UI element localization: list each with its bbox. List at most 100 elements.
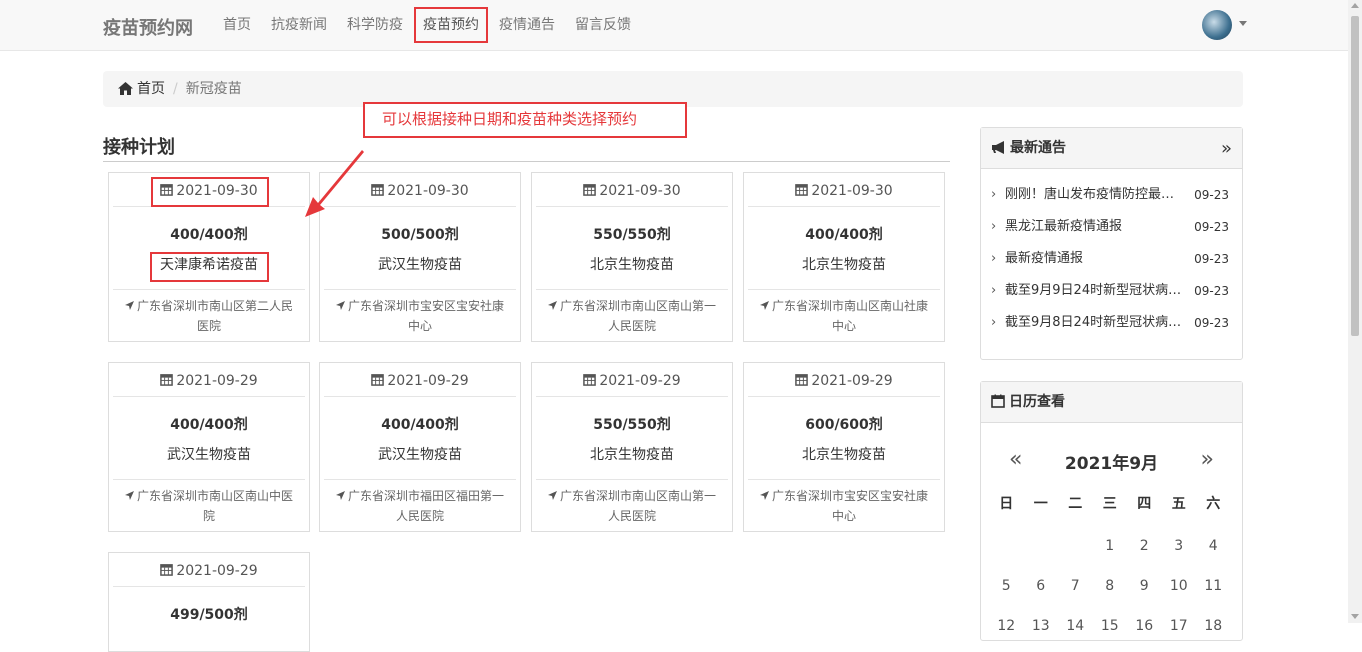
location-arrow-icon bbox=[759, 301, 769, 310]
nav-vaccine-booking[interactable]: 疫苗预约 bbox=[413, 0, 489, 50]
calendar-day[interactable]: 8 bbox=[1093, 566, 1128, 606]
calendar-day[interactable]: 14 bbox=[1058, 606, 1093, 646]
notice-item[interactable]: › 截至9月8日24时新型冠状病毒肺炎疫情最新情况 09-23 bbox=[981, 307, 1242, 339]
location-arrow-icon bbox=[759, 491, 769, 500]
card-address: 广东省深圳市南山区南山第一人民医院 bbox=[536, 289, 728, 344]
card-vaccine-name: 武汉生物疫苗 bbox=[378, 447, 462, 463]
calendar-day[interactable]: 1 bbox=[1093, 526, 1128, 566]
top-navbar: 疫苗预约网 首页 抗疫新闻 科学防疫 疫苗预约 疫情通告 留言反馈 bbox=[0, 0, 1348, 51]
card-address: 广东省深圳市南山区南山中医院 bbox=[113, 479, 305, 534]
notices-list: › 刚刚！唐山发布疫情防控最新通告 09-23 › 黑龙江最新疫情通报 09-23 › 最新疫… bbox=[981, 169, 1242, 339]
calendar-weekday: 六 bbox=[1206, 496, 1221, 512]
calendar-day[interactable]: 12 bbox=[989, 606, 1024, 646]
calendar-title: 日历查看 bbox=[1009, 394, 1065, 410]
notice-item[interactable]: › 最新疫情通报 09-23 bbox=[981, 243, 1242, 275]
calendar-day[interactable]: 11 bbox=[1196, 566, 1231, 606]
date-highlight-box bbox=[151, 177, 269, 207]
scroll-up-icon[interactable] bbox=[1351, 3, 1359, 8]
nav-notices[interactable]: 疫情通告 bbox=[489, 0, 565, 50]
site-brand[interactable]: 疫苗预约网 bbox=[103, 14, 193, 40]
card-address: 广东省深圳市南山区第二人民医院 bbox=[113, 289, 305, 344]
vaccine-card[interactable]: 2021-09-29 400/400剂 武汉生物疫苗 广东省深圳市福田区福田第一人民医… bbox=[319, 362, 521, 532]
calendar-icon bbox=[160, 374, 174, 386]
scrollbar-thumb[interactable] bbox=[1351, 16, 1359, 336]
chevron-right-icon: › bbox=[991, 283, 997, 298]
calendar-icon bbox=[371, 184, 385, 196]
calendar-day[interactable]: 3 bbox=[1162, 526, 1197, 566]
card-address: 广东省深圳市南山区南山社康中心 bbox=[748, 289, 940, 344]
card-dose: 500/500剂 bbox=[381, 227, 459, 243]
section-divider bbox=[103, 161, 950, 162]
notice-title[interactable]: 黑龙江最新疫情通报 bbox=[1005, 211, 1187, 243]
calendar-day[interactable]: 4 bbox=[1196, 526, 1231, 566]
notices-header: 最新通告 » bbox=[981, 128, 1242, 169]
calendar-day[interactable]: 2 bbox=[1127, 526, 1162, 566]
card-date: 2021-09-30 bbox=[536, 173, 728, 207]
vaccine-name-highlight-box bbox=[150, 252, 269, 282]
calendar-icon bbox=[160, 564, 174, 576]
calendar-header: 日历查看 bbox=[981, 382, 1242, 423]
calendar-day[interactable]: 16 bbox=[1127, 606, 1162, 646]
bullhorn-icon bbox=[992, 141, 1004, 154]
vaccine-card[interactable]: 2021-09-29 499/500剂 bbox=[108, 552, 310, 652]
nav-news[interactable]: 抗疫新闻 bbox=[261, 0, 337, 50]
calendar-next-icon[interactable]: » bbox=[1201, 447, 1214, 472]
calendar-weekday: 一 bbox=[1033, 496, 1048, 512]
nav-feedback[interactable]: 留言反馈 bbox=[565, 0, 641, 50]
vaccine-card[interactable]: 2021-09-30 550/550剂 北京生物疫苗 广东省深圳市南山区南山第一人民医… bbox=[531, 172, 733, 342]
main-nav: 首页 抗疫新闻 科学防疫 疫苗预约 疫情通告 留言反馈 bbox=[213, 0, 641, 50]
calendar-day[interactable]: 7 bbox=[1058, 566, 1093, 606]
notice-date: 09-23 bbox=[1194, 188, 1229, 202]
calendar-empty-cell bbox=[1024, 526, 1059, 566]
calendar-day[interactable]: 17 bbox=[1162, 606, 1197, 646]
notice-item[interactable]: › 黑龙江最新疫情通报 09-23 bbox=[981, 211, 1242, 243]
notices-more-icon[interactable]: » bbox=[1221, 128, 1232, 169]
calendar-day[interactable]: 9 bbox=[1127, 566, 1162, 606]
chevron-right-icon: › bbox=[991, 251, 997, 266]
calendar-icon bbox=[583, 374, 597, 386]
notice-title[interactable]: 刚刚！唐山发布疫情防控最新通告 bbox=[1005, 179, 1187, 211]
vaccine-card[interactable]: 2021-09-29 400/400剂 武汉生物疫苗 广东省深圳市南山区南山中医院 bbox=[108, 362, 310, 532]
calendar-day[interactable]: 5 bbox=[989, 566, 1024, 606]
card-address-text: 广东省深圳市南山区南山社康中心 bbox=[771, 299, 928, 333]
breadcrumb-home[interactable]: 首页 bbox=[137, 81, 165, 97]
calendar-weekday: 二 bbox=[1068, 496, 1083, 512]
calendar-day[interactable]: 18 bbox=[1196, 606, 1231, 646]
calendar-grid: 日一二三四五六 1 2 3 4 5 6 7 8 9 10 11 12 13 14 15 16 17 18 bbox=[989, 488, 1231, 646]
notice-title[interactable]: 最新疫情通报 bbox=[1005, 243, 1187, 275]
calendar-weekday: 三 bbox=[1102, 496, 1117, 512]
user-avatar[interactable] bbox=[1202, 10, 1232, 40]
chevron-right-icon: › bbox=[991, 187, 997, 202]
scroll-down-icon[interactable] bbox=[1351, 614, 1359, 619]
card-dose: 550/550剂 bbox=[593, 417, 671, 433]
location-arrow-icon bbox=[547, 301, 557, 310]
chevron-down-icon[interactable] bbox=[1239, 21, 1247, 26]
breadcrumb-current: 新冠疫苗 bbox=[185, 81, 242, 97]
notice-item[interactable]: › 刚刚！唐山发布疫情防控最新通告 09-23 bbox=[981, 179, 1242, 211]
calendar-day[interactable]: 10 bbox=[1162, 566, 1197, 606]
breadcrumb-separator: / bbox=[173, 81, 178, 97]
card-address-text: 广东省深圳市宝安区宝安社康中心 bbox=[347, 299, 504, 333]
nav-home[interactable]: 首页 bbox=[213, 0, 261, 50]
calendar-day[interactable]: 6 bbox=[1024, 566, 1059, 606]
card-address-text: 广东省深圳市南山区南山第一人民医院 bbox=[559, 489, 716, 523]
calendar-weekday: 五 bbox=[1171, 496, 1186, 512]
page-scrollbar[interactable] bbox=[1348, 0, 1362, 623]
chevron-right-icon: › bbox=[991, 219, 997, 234]
notice-title[interactable]: 截至9月8日24时新型冠状病毒肺炎疫情最新情况 bbox=[1005, 307, 1187, 339]
card-date-text: 2021-09-29 bbox=[387, 373, 469, 389]
vaccine-card[interactable]: 2021-09-29 550/550剂 北京生物疫苗 广东省深圳市南山区南山第一人民医… bbox=[531, 362, 733, 532]
notice-title[interactable]: 截至9月9日24时新型冠状病毒肺炎疫情最新情况 bbox=[1005, 275, 1187, 307]
calendar-day[interactable]: 13 bbox=[1024, 606, 1059, 646]
card-dose: 400/400剂 bbox=[170, 227, 248, 243]
card-address-text: 广东省深圳市南山区第二人民医院 bbox=[136, 299, 293, 333]
nav-prevention[interactable]: 科学防疫 bbox=[337, 0, 413, 50]
vaccine-card[interactable]: 2021-09-30 400/400剂 北京生物疫苗 广东省深圳市南山区南山社康中心 bbox=[743, 172, 945, 342]
notice-item[interactable]: › 截至9月9日24时新型冠状病毒肺炎疫情最新情况 09-23 bbox=[981, 275, 1242, 307]
card-address-text: 广东省深圳市福田区福田第一人民医院 bbox=[347, 489, 504, 523]
vaccine-card[interactable]: 2021-09-29 600/600剂 北京生物疫苗 广东省深圳市宝安区宝安社康中心 bbox=[743, 362, 945, 532]
notices-title: 最新通告 bbox=[1010, 140, 1066, 156]
card-dose: 400/400剂 bbox=[805, 227, 883, 243]
calendar-day[interactable]: 15 bbox=[1093, 606, 1128, 646]
card-date: 2021-09-29 bbox=[113, 553, 305, 587]
